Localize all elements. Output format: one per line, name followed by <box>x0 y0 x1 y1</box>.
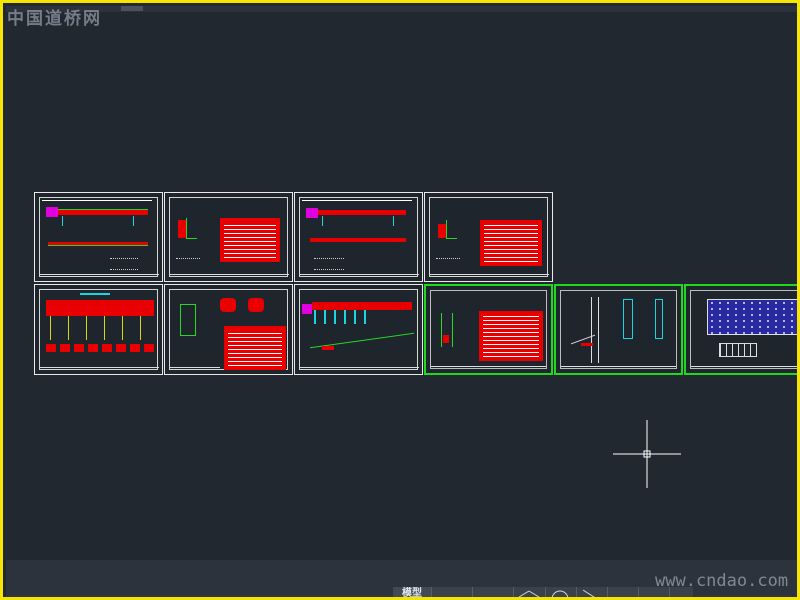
tab-layout1[interactable] <box>432 587 473 597</box>
watermark-bottom: www.cndao.com <box>655 571 789 591</box>
cad-window: 中国道桥网 模型 www.cndao.com <box>0 0 800 600</box>
snap-icon[interactable] <box>515 587 546 597</box>
crosshair-cursor-icon <box>613 420 681 488</box>
model-space-canvas[interactable] <box>6 12 797 560</box>
layout-tabs: 模型 <box>393 587 693 597</box>
tab-layout2[interactable] <box>473 587 514 597</box>
grid-icon[interactable] <box>608 587 639 597</box>
osnap-icon[interactable] <box>577 587 608 597</box>
file-tab[interactable] <box>121 6 143 11</box>
tab-model[interactable]: 模型 <box>393 587 432 597</box>
ortho-icon[interactable] <box>546 587 577 597</box>
